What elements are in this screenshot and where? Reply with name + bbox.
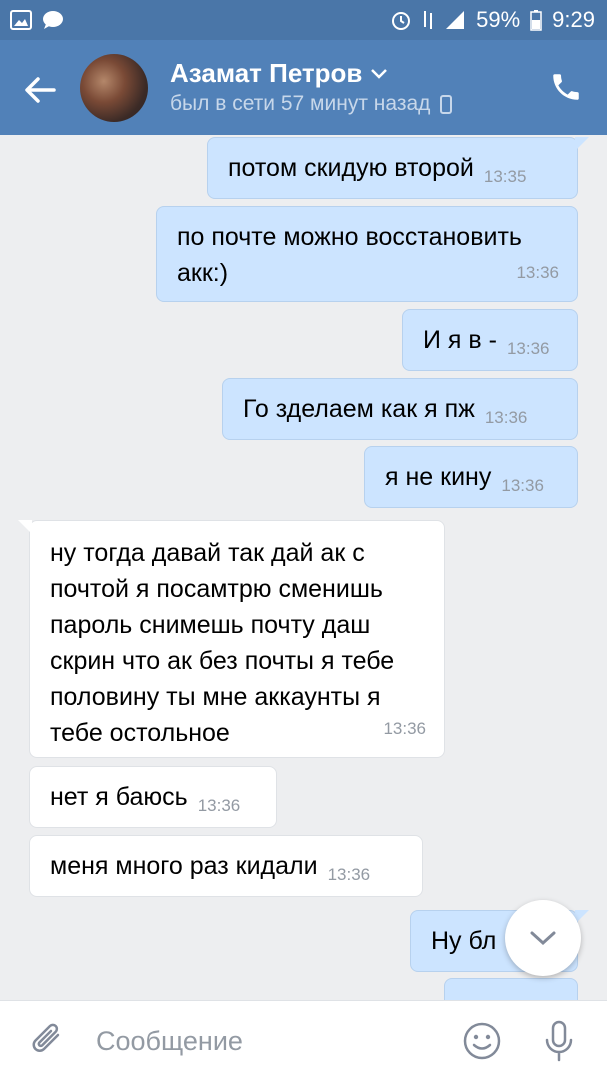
message-text: ну тогда давай так дай ак с почтой я пос… (50, 539, 395, 747)
message-list[interactable]: потом скидую второй 13:35 по почте можно … (0, 135, 607, 1000)
emoji-icon[interactable] (462, 1021, 502, 1061)
battery-percent: 59% (476, 7, 521, 32)
message-time: 13:36 (484, 408, 528, 427)
chat-header: Азамат Петров был в сети 57 минут назад (0, 40, 607, 135)
message-text: меня много раз кидали (50, 852, 318, 880)
last-seen-text: был в сети 57 минут назад (170, 92, 431, 115)
message-text: И я в - (423, 326, 497, 354)
battery-icon (530, 9, 542, 31)
avatar[interactable] (80, 54, 148, 122)
alarm-icon (390, 9, 412, 31)
signal-icon (444, 9, 466, 31)
contact-name-row[interactable]: Азамат Петров (170, 58, 388, 89)
message-bubble-outgoing[interactable]: я не кину 13:36 (364, 446, 578, 508)
message-bubble-outgoing[interactable]: Го зделаем как я пж 13:36 (222, 378, 578, 440)
message-text: Го зделаем как я пж (243, 395, 475, 423)
back-arrow-icon[interactable] (20, 70, 60, 110)
message-text: по почте можно восстановить акк:) (177, 223, 522, 287)
status-time: 9:29 (552, 7, 595, 32)
chevron-down-icon (371, 68, 388, 79)
call-icon[interactable] (549, 70, 583, 104)
scroll-to-bottom-button[interactable] (505, 900, 581, 976)
paperclip-icon[interactable] (30, 1021, 66, 1061)
gallery-icon (10, 10, 32, 30)
message-bubble-incoming[interactable]: меня много раз кидали 13:36 (29, 835, 423, 897)
message-time: 13:36 (516, 263, 559, 282)
last-seen-row: был в сети 57 минут назад (170, 92, 453, 116)
message-bubble-outgoing[interactable] (444, 978, 578, 1000)
message-time: 13:36 (501, 476, 544, 495)
message-text: нет я баюсь (50, 783, 188, 811)
microphone-icon[interactable] (542, 1019, 576, 1063)
message-time: 13:36 (383, 719, 426, 738)
data-arrows-icon (422, 9, 434, 31)
contact-name: Азамат Петров (170, 58, 363, 88)
message-text: Ну бл (431, 927, 497, 955)
message-text: потом скидую второй (228, 154, 474, 182)
message-bubble-outgoing[interactable]: И я в - 13:36 (402, 309, 578, 371)
message-bubble-incoming[interactable]: ну тогда давай так дай ак с почтой я пос… (18, 520, 445, 758)
message-text: я не кину (385, 463, 492, 491)
chat-bubble-icon (42, 10, 64, 30)
message-time: 13:36 (197, 796, 241, 815)
message-time: 13:35 (483, 167, 527, 186)
mobile-device-icon (440, 94, 453, 114)
message-bubble-outgoing[interactable]: по почте можно восстановить акк:) 13:36 (156, 206, 578, 302)
status-bar: 59% 9:29 (0, 0, 607, 40)
message-bubble-incoming[interactable]: нет я баюсь 13:36 (29, 766, 277, 828)
message-time: 13:36 (506, 339, 550, 358)
chevron-down-icon (530, 931, 556, 946)
message-bubble-outgoing[interactable]: потом скидую второй 13:35 (207, 137, 589, 199)
message-input[interactable] (96, 1019, 436, 1063)
message-composer (0, 1000, 607, 1080)
message-time: 13:36 (327, 865, 371, 884)
